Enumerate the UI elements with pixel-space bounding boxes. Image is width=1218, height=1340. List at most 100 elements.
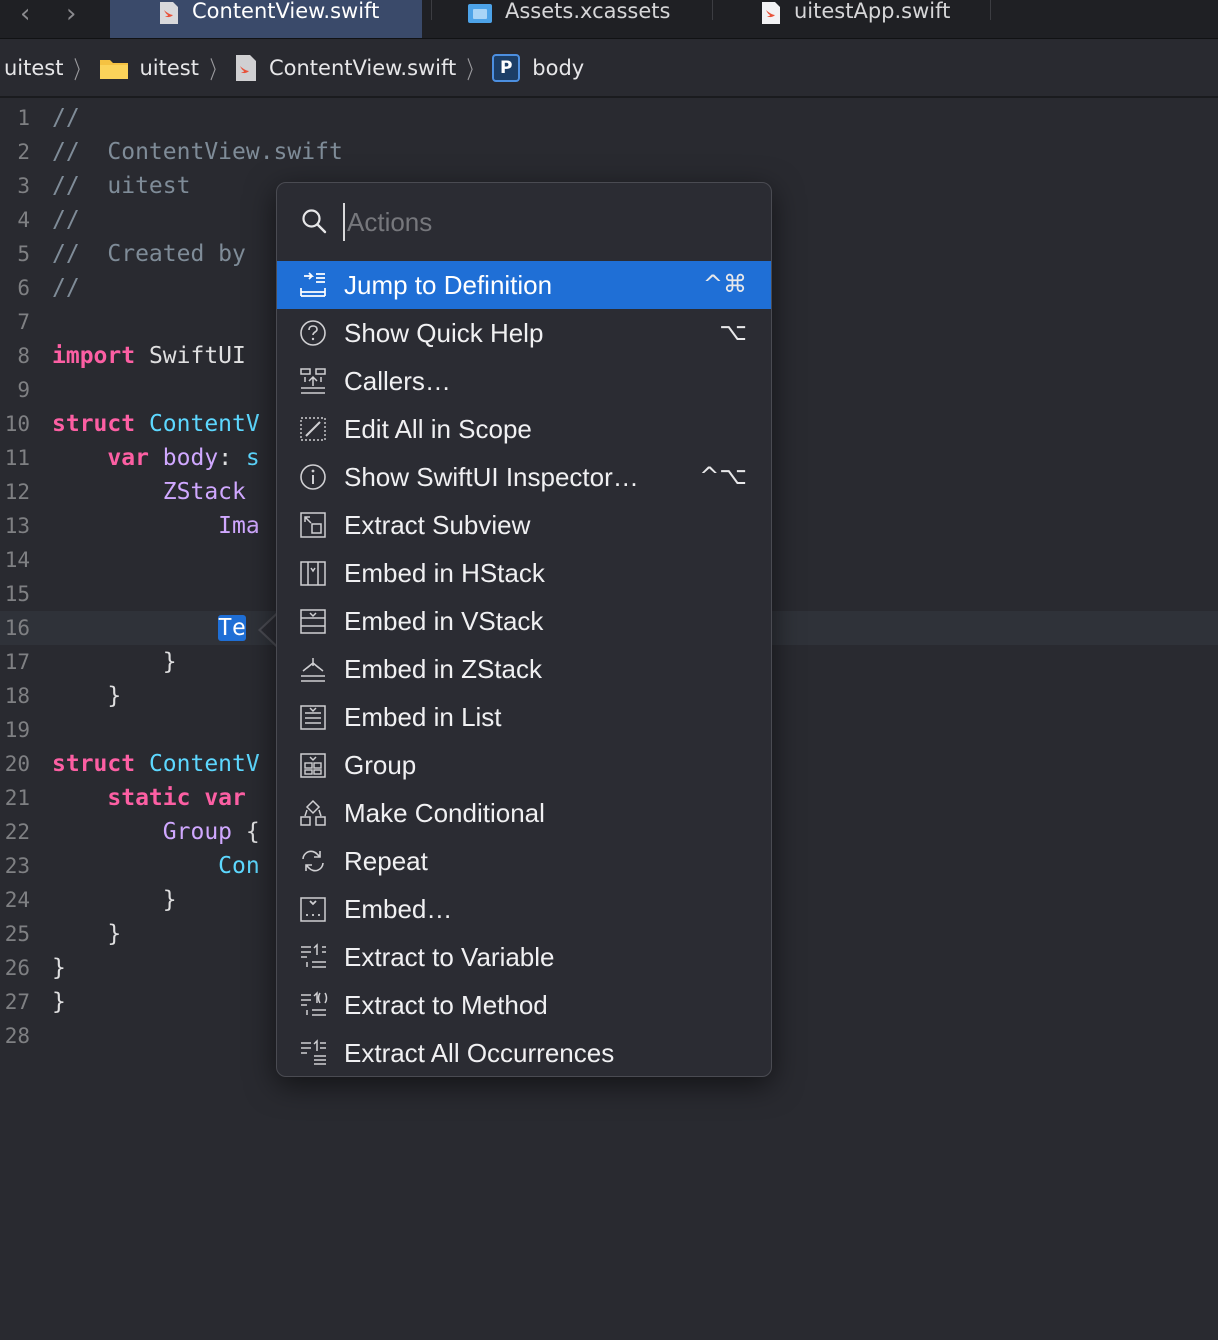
question-circle-icon [298,318,328,348]
menu-item-callers[interactable]: Callers… [277,357,771,405]
swift-file-icon [235,54,257,81]
embed-icon [298,894,328,924]
code-token: body [148,445,219,471]
code-token: import [52,343,136,369]
line-number: 1 [17,106,30,130]
tab-bar: ‹ › ContentView.swift Assets.xcassets ui… [0,0,1218,39]
code-text: // [52,203,80,237]
code-token: } [52,955,66,981]
menu-item-extract-to-variable[interactable]: Extract to Variable [277,933,771,981]
vstack-icon [298,606,328,636]
menu-item-embed-in-vstack[interactable]: Embed in VStack [277,597,771,645]
code-token: // uitest [52,173,191,199]
menu-item-label: Extract Subview [344,510,531,540]
line-number: 23 [4,854,30,878]
code-token: Te [218,615,246,641]
menu-item-embed-in-list[interactable]: Embed in List [277,693,771,741]
code-token: // Created by [52,241,246,267]
menu-item-show-quick-help[interactable]: Show Quick Help ⌥ [277,309,771,357]
code-text: var body: s [52,441,260,475]
chevron-right-icon: 〉 [74,56,89,84]
list-icon [298,702,328,732]
code-text: struct ContentV [52,747,260,781]
breadcrumb-symbol[interactable]: P body [492,53,584,82]
code-line[interactable]: 2 // ContentView.swift [0,135,1218,169]
asset-catalog-icon [467,2,493,24]
line-number: 16 [4,616,30,640]
code-token: Group [162,819,233,845]
code-token: s [245,445,260,471]
code-token: struct [52,751,136,777]
action-search-row [277,183,771,259]
tab-assets-xcassets[interactable]: Assets.xcassets [467,0,707,38]
menu-item-label: Embed in List [344,702,502,732]
extract-occurrences-icon [298,1038,328,1068]
menu-item-group[interactable]: Group [277,741,771,789]
code-text: } [52,917,121,951]
menu-item-label: Show Quick Help [344,318,544,348]
line-number: 25 [4,922,30,946]
line-number: 13 [4,514,30,538]
code-text: // uitest [52,169,190,203]
code-text: Group { [52,815,260,849]
menu-item-label: Extract All Occurrences [344,1038,615,1068]
code-text: import SwiftUI [52,339,246,373]
zstack-icon [298,654,328,684]
tab-contentview-swift[interactable]: ContentView.swift [110,0,422,38]
code-text: // [52,101,80,135]
code-text: // ContentView.swift [52,135,343,169]
code-token: // [52,207,80,233]
code-text: ZStack [52,475,246,509]
code-token: // [52,275,80,301]
menu-item-repeat[interactable]: Repeat [277,837,771,885]
menu-item-edit-all-in-scope[interactable]: Edit All in Scope [277,405,771,453]
code-line[interactable]: 1 // [0,101,1218,135]
menu-item-label: Extract to Variable [344,942,555,972]
callers-icon [298,366,328,396]
code-token: static var [107,785,246,811]
line-number: 12 [4,480,30,504]
menu-item-label: Jump to Definition [344,270,553,300]
keyboard-shortcut: ^⌘ [702,270,747,298]
line-number: 19 [4,718,30,742]
menu-item-label: Embed… [344,894,453,924]
menu-item-make-conditional[interactable]: Make Conditional [277,789,771,837]
line-number: 14 [4,548,30,572]
menu-item-extract-to-method[interactable]: Extract to Method [277,981,771,1029]
menu-item-embed-in-zstack[interactable]: Embed in ZStack [277,645,771,693]
menu-item-embed[interactable]: Embed… [277,885,771,933]
code-text: // [52,271,80,305]
breadcrumb-file[interactable]: ContentView.swift [235,54,456,81]
breadcrumb-group[interactable]: uitest [99,56,199,80]
menu-item-jump-to-definition[interactable]: Jump to Definition ^⌘ [277,261,771,309]
action-search-input[interactable] [343,203,749,241]
code-text: } [52,645,177,679]
info-circle-icon [298,462,328,492]
code-text: struct ContentV [52,407,260,441]
group-icon [298,750,328,780]
code-token: // ContentView.swift [52,139,343,165]
code-text: } [52,985,66,1019]
breadcrumb-project[interactable]: uitest [4,56,63,80]
code-token: var [107,445,149,471]
menu-item-extract-subview[interactable]: Extract Subview [277,501,771,549]
menu-item-show-swiftui-inspector[interactable]: Show SwiftUI Inspector… ^⌥ [277,453,771,501]
code-token: Ima [218,513,260,539]
code-token: ContentV [135,751,260,777]
back-arrow-icon[interactable]: ‹ [20,1,30,27]
menu-item-label: Embed in VStack [344,606,544,636]
code-token: struct [52,411,136,437]
menu-item-extract-all-occurrences[interactable]: Extract All Occurrences [277,1029,771,1076]
forward-arrow-icon[interactable]: › [66,1,76,27]
line-number: 28 [4,1024,30,1048]
code-token: ContentV [135,411,260,437]
menu-item-embed-in-hstack[interactable]: Embed in HStack [277,549,771,597]
tab-uitestapp-swift[interactable]: uitestApp.swift [760,0,990,38]
menu-item-label: Extract to Method [344,990,548,1020]
tab-label: uitestApp.swift [794,0,951,23]
line-number: 20 [4,752,30,776]
hstack-icon [298,558,328,588]
